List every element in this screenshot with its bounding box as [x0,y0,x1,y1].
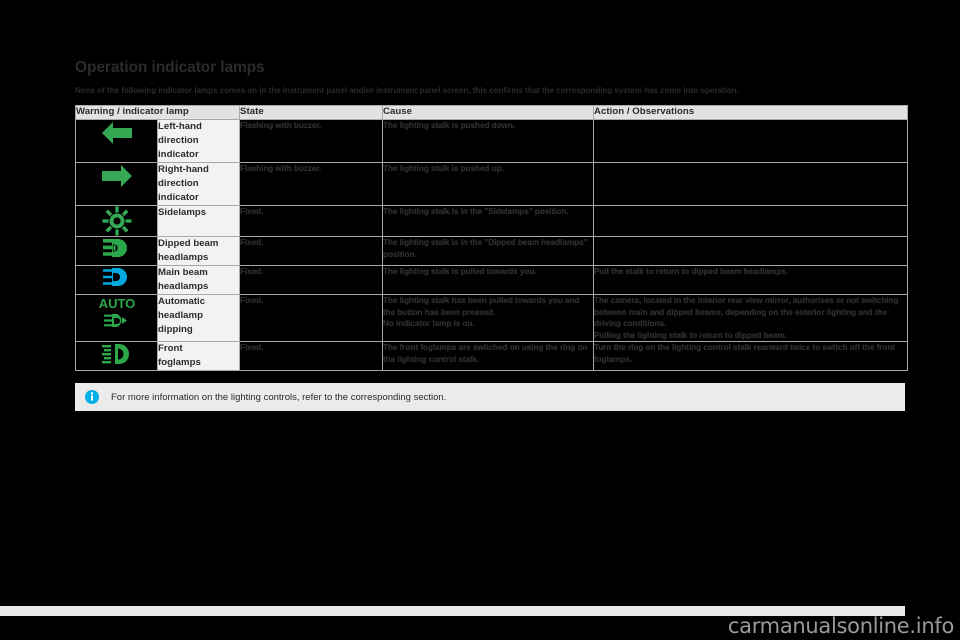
svg-text:AUTO: AUTO [98,296,135,311]
lamp-state: Flashing with buzzer. [239,162,383,206]
column-header-state: State [239,105,383,120]
watermark-text: carmanualsonline.info [727,614,954,638]
footnote-text: For more information on the lighting con… [111,391,447,403]
table-body: Left-hand direction indicator Flashing wit… [75,119,908,371]
lamp-action: The camera, located in the interior rear… [593,294,908,342]
automatic-headlamp-dipping-icon: AUTO [75,294,158,342]
lamp-action: Pull the stalk to return to dipped beam … [593,265,908,295]
lamp-cause: The lighting stalk is in the "Sidelamps"… [382,205,594,237]
lamp-cause: The lighting stalk is pulled towards you… [382,265,594,295]
sidelamps-sunburst-icon [75,205,158,237]
lamp-cause: The front foglamps are switched on using… [382,341,594,371]
lamp-state: Fixed. [239,205,383,237]
lamp-action: Turn the ring on the lighting control st… [593,341,908,371]
dipped-beam-headlamp-icon [75,236,158,266]
lamp-name: Left-hand direction indicator [157,119,240,163]
page-subtitle: None of the following indicator lamps co… [75,86,739,95]
table-row: Dipped beam headlamps Fixed. The lighting s… [75,236,908,266]
lamp-state: Flashing with buzzer. [239,119,383,163]
lamp-action [593,205,908,237]
info-icon [85,390,99,404]
lamp-name: Sidelamps [157,205,240,237]
column-header-cause: Cause [382,105,594,120]
page-title: Operation indicator lamps [75,59,265,76]
column-header-action: Action / Observations [593,105,908,120]
lamp-name: Right-hand direction indicator [157,162,240,206]
lamp-cause: The lighting stalk is pushed up. [382,162,594,206]
table-row: AUTO Automatic headlamp dipping Fixed. The li… [75,294,908,342]
lamp-cause: The lighting stalk is in the "Dipped bea… [382,236,594,266]
lamp-name: Dipped beam headlamps [157,236,240,266]
table-row: Right-hand direction indicator Flashing wi… [75,162,908,206]
lamp-name: Main beam headlamps [157,265,240,295]
lamp-state: Fixed. [239,341,383,371]
lamp-state: Fixed. [239,236,383,266]
table-row: Front foglamps Fixed. The front foglamps ar… [75,341,908,371]
lamp-action [593,236,908,266]
lamp-state: Fixed. [239,265,383,295]
manual-page: Operation indicator lamps None of the fo… [0,0,960,640]
table-row: Left-hand direction indicator Flashing wit… [75,119,908,163]
table-header-row: Warning / indicator lamp State Cause Act… [75,105,908,120]
table-row: Sidelamps Fixed. The lighting stalk is in … [75,205,908,237]
watermark-bar: carmanualsonline.info [0,606,960,640]
footnote-bar: For more information on the lighting con… [75,383,905,411]
left-arrow-indicator-icon [75,119,158,163]
right-arrow-indicator-icon [75,162,158,206]
lamp-action [593,119,908,163]
lamp-cause: The lighting stalk is pushed down. [382,119,594,163]
lamp-name: Automatic headlamp dipping [157,294,240,342]
column-header-warning: Warning / indicator lamp [75,105,240,120]
lamp-name: Front foglamps [157,341,240,371]
lamp-cause: The lighting stalk has been pulled towar… [382,294,594,342]
lamp-state: Fixed. [239,294,383,342]
indicator-lamp-table: Warning / indicator lamp State Cause Act… [75,105,908,371]
lamp-action [593,162,908,206]
front-foglamp-icon [75,341,158,371]
table-header: Warning / indicator lamp State Cause Act… [75,105,908,120]
table-row: Main beam headlamps Fixed. The lighting sta… [75,265,908,295]
page-content: Operation indicator lamps None of the fo… [75,59,908,411]
main-beam-headlamp-icon [75,265,158,295]
